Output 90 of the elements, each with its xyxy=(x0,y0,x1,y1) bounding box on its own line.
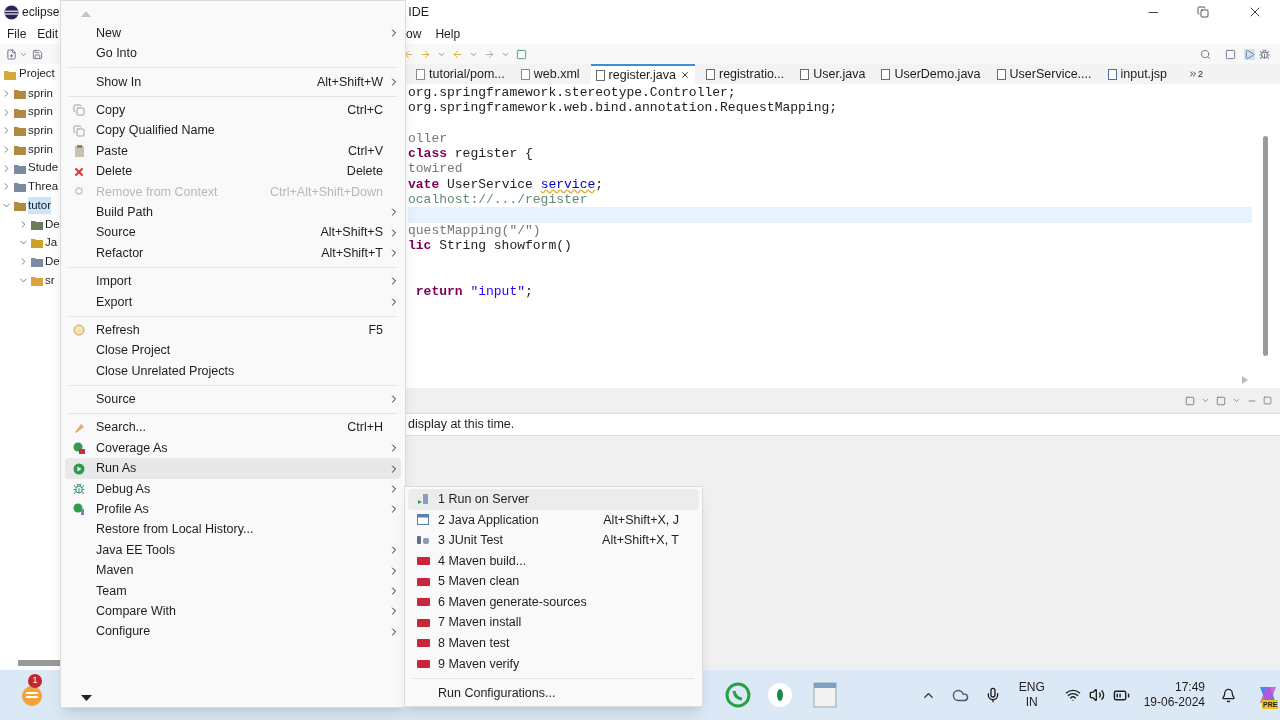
tree-item[interactable]: sr xyxy=(45,271,55,289)
menu-item[interactable]: Source xyxy=(65,389,401,410)
code-line: oller xyxy=(408,130,447,146)
shortcut-text: F5 xyxy=(368,321,384,339)
menu-item[interactable]: Run Configurations... xyxy=(408,683,699,704)
menu-item[interactable]: Source Alt+Shift+S xyxy=(65,222,401,243)
editor-tab[interactable]: register.java xyxy=(590,64,695,84)
language-indicator[interactable]: ENG xyxy=(1018,680,1045,695)
menu-item[interactable]: Build Path xyxy=(65,202,401,223)
menu-item[interactable]: 4 Maven build... xyxy=(408,550,699,572)
menu-item[interactable]: 6 Maven generate-sources xyxy=(408,591,699,613)
tree-item[interactable]: De xyxy=(45,252,60,271)
window-title: IDE xyxy=(408,3,430,21)
menu-item[interactable]: Configure xyxy=(65,621,401,642)
menu-item[interactable]: 3 JUnit Test Alt+Shift+X, T xyxy=(408,530,699,551)
code-line: org.springframework.web.bind.annotation.RequestMapping; xyxy=(408,100,838,116)
editor-tab[interactable]: UserService.... xyxy=(991,64,1097,84)
menu-item[interactable]: Run As xyxy=(65,458,401,479)
editor-tab[interactable]: tutorial/pom... xyxy=(411,64,510,84)
region-indicator[interactable]: IN xyxy=(1025,695,1038,710)
menu-item[interactable]: Close Project xyxy=(65,340,401,361)
window-title: eclipse xyxy=(22,4,60,21)
editor-tab[interactable]: registratio... xyxy=(701,64,790,84)
code-line: towired xyxy=(408,161,463,177)
shortcut-text: Alt+Shift+X, T xyxy=(602,532,680,550)
hidden-tab-count: 2 xyxy=(1198,67,1204,81)
menu-item[interactable]: Team xyxy=(65,580,401,602)
editor-tab[interactable]: UserDemo.java xyxy=(876,64,986,84)
menu-item[interactable]: Maven xyxy=(65,560,401,581)
menu-item[interactable]: Copy Qualified Name xyxy=(65,120,401,141)
menu-item[interactable]: Delete Delete xyxy=(65,161,401,182)
shortcut-text: Ctrl+H xyxy=(347,419,384,437)
tree-item[interactable]: tutor xyxy=(28,196,51,215)
code-line: ocalhost://.../register xyxy=(408,192,588,208)
menu-item[interactable]: Paste Ctrl+V xyxy=(65,140,401,162)
menu-bar-item[interactable]: Edit xyxy=(37,25,59,43)
notification-badge: 1 xyxy=(28,674,42,688)
shortcut-text: Alt+Shift+T xyxy=(321,244,384,262)
editor-tab[interactable]: input.jsp xyxy=(1102,64,1173,84)
clock-date[interactable]: 19-06-2024 xyxy=(1143,695,1206,710)
shortcut-text: Alt+Shift+W xyxy=(317,73,384,91)
shortcut-text: Alt+Shift+X, J xyxy=(603,511,680,529)
code-line: return "input"; xyxy=(414,283,533,299)
menu-item[interactable]: 7 Maven install xyxy=(408,612,699,634)
menu-item[interactable]: 5 Maven clean xyxy=(408,571,699,592)
menu-bar-item[interactable]: ow xyxy=(406,25,422,43)
code-line: vate UserService service; xyxy=(408,176,604,192)
panel-title: Project xyxy=(19,66,55,82)
menu-item[interactable]: Import xyxy=(65,271,401,292)
code-line: lic String showform() xyxy=(408,237,572,253)
menu-item[interactable]: Profile As xyxy=(65,499,401,520)
tree-item[interactable]: Threa xyxy=(28,178,59,196)
menu-item[interactable]: Debug As xyxy=(65,478,401,500)
shortcut-text: Ctrl+C xyxy=(347,102,384,119)
menu-item[interactable]: Java EE Tools xyxy=(65,540,401,561)
menu-item[interactable]: Show In Alt+Shift+W xyxy=(65,71,401,93)
clock-time[interactable]: 17:49 xyxy=(1175,680,1206,695)
menu-item[interactable]: Restore from Local History... xyxy=(65,519,401,540)
menu-item[interactable]: Search... Ctrl+H xyxy=(65,417,401,439)
tree-item[interactable]: sprin xyxy=(28,84,53,102)
tree-item[interactable]: Ja xyxy=(45,234,58,252)
tree-item[interactable]: Stude xyxy=(28,159,59,177)
menu-item[interactable]: 8 Maven test xyxy=(408,633,699,654)
menu-item[interactable]: Refresh F5 xyxy=(65,320,401,341)
shortcut-text: Ctrl+Alt+Shift+Down xyxy=(270,183,384,201)
menu-item[interactable]: Copy Ctrl+C xyxy=(65,100,401,121)
tree-item[interactable]: De xyxy=(45,215,60,233)
menu-bar-item[interactable]: File xyxy=(7,25,27,43)
menu-item[interactable]: Coverage As xyxy=(65,438,401,459)
menu-item[interactable]: Export xyxy=(65,291,401,313)
shortcut-text: Alt+Shift+S xyxy=(320,224,384,242)
menu-item[interactable]: Compare With xyxy=(65,601,401,622)
panel-message: display at this time. xyxy=(407,416,515,434)
tree-item[interactable]: sprin xyxy=(28,122,53,140)
tree-item[interactable]: sprin xyxy=(28,103,53,121)
editor-tab[interactable]: web.xml xyxy=(515,64,585,84)
menu-item[interactable]: 9 Maven verify xyxy=(408,653,699,675)
menu-item[interactable]: 1 Run on Server xyxy=(408,489,699,510)
shortcut-text: Delete xyxy=(346,163,384,181)
code-line: org.springframework.stereotype.Controller; xyxy=(408,85,736,100)
menu-bar-item[interactable]: Help xyxy=(435,25,461,43)
code-line: class register { xyxy=(408,146,533,162)
editor-tab[interactable]: User.java xyxy=(795,64,871,84)
menu-item[interactable]: Close Unrelated Projects xyxy=(65,360,401,382)
tree-item[interactable]: sprin xyxy=(28,140,53,159)
shortcut-text: Ctrl+V xyxy=(347,142,384,160)
menu-item[interactable]: New xyxy=(65,23,401,44)
menu-item[interactable]: 2 Java Application Alt+Shift+X, J xyxy=(408,509,699,531)
code-line: questMapping("/") xyxy=(408,222,541,238)
menu-item[interactable]: Refactor Alt+Shift+T xyxy=(65,242,401,264)
